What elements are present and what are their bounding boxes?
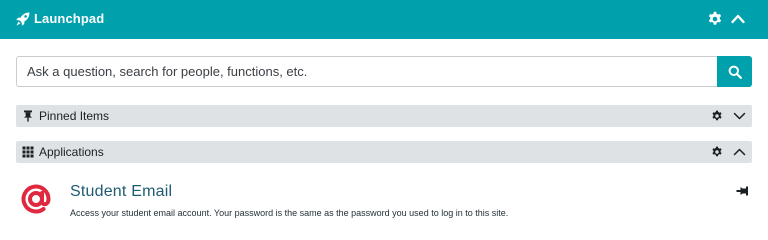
section-applications[interactable]: Applications bbox=[16, 141, 752, 163]
gear-icon[interactable] bbox=[711, 110, 723, 122]
rocket-icon bbox=[16, 12, 30, 26]
gear-icon[interactable] bbox=[707, 11, 723, 27]
app-title-link[interactable]: Student Email bbox=[70, 183, 172, 201]
pin-icon[interactable] bbox=[736, 184, 750, 198]
search-input[interactable] bbox=[16, 56, 717, 87]
gear-icon[interactable] bbox=[711, 146, 723, 158]
header-title: Launchpad bbox=[34, 11, 105, 26]
thumbtack-icon bbox=[24, 110, 32, 122]
at-sign-icon bbox=[21, 184, 51, 214]
section-pinned-items[interactable]: Pinned Items bbox=[16, 105, 752, 127]
grid-icon bbox=[22, 146, 34, 158]
chevron-up-icon[interactable] bbox=[733, 146, 746, 158]
search-icon bbox=[728, 65, 742, 79]
search-bar bbox=[16, 56, 752, 87]
chevron-up-icon[interactable] bbox=[730, 11, 746, 27]
chevron-down-icon[interactable] bbox=[733, 110, 746, 122]
search-button[interactable] bbox=[717, 56, 752, 87]
section-label: Applications bbox=[39, 145, 104, 159]
section-label: Pinned Items bbox=[39, 109, 110, 123]
launchpad-header: Launchpad bbox=[0, 0, 768, 39]
app-description: Access your student email account. Your … bbox=[70, 208, 509, 218]
list-item[interactable]: Student Email Access your student email … bbox=[16, 170, 752, 230]
